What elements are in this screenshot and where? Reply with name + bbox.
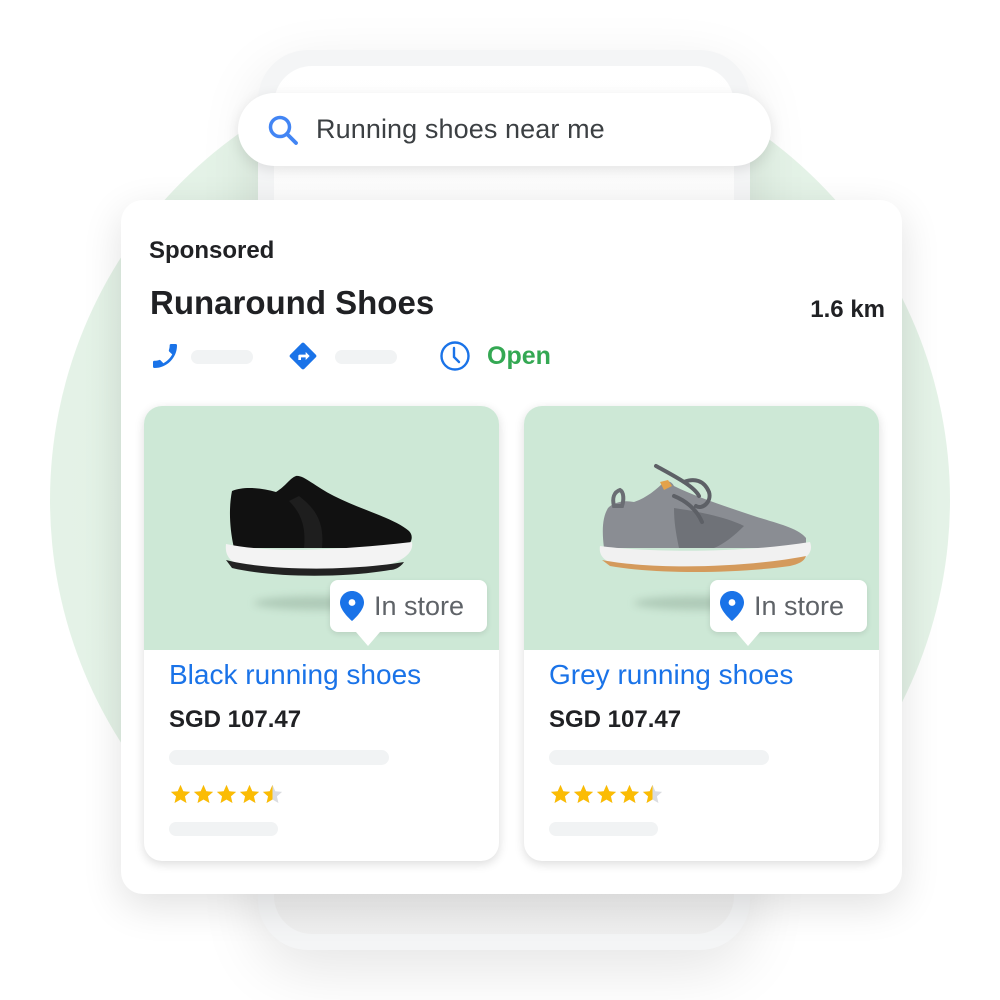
location-pin-icon <box>340 591 364 621</box>
star-rating <box>549 783 664 807</box>
product-card[interactable]: In store Grey running shoes SGD 107.47 <box>524 406 879 861</box>
in-store-label: In store <box>374 590 465 621</box>
in-store-badge: In store <box>710 580 867 646</box>
distance: 1.6 km <box>810 296 885 323</box>
star-icon <box>239 784 260 804</box>
directions-icon[interactable] <box>287 340 319 372</box>
in-store-badge: In store <box>330 580 487 646</box>
store-name[interactable]: Runaround Shoes <box>150 284 434 322</box>
star-icon <box>550 784 571 804</box>
star-icon <box>619 784 640 804</box>
product-price: SGD 107.47 <box>169 706 302 733</box>
star-icon <box>573 784 594 804</box>
review-count-placeholder <box>549 822 658 836</box>
product-title[interactable]: Black running shoes <box>169 659 421 691</box>
star-icon <box>216 784 237 804</box>
star-icon <box>642 784 663 804</box>
search-icon <box>268 115 298 145</box>
directions-placeholder <box>335 350 397 364</box>
product-card[interactable]: In store Black running shoes SGD 107.47 <box>144 406 499 861</box>
star-icon <box>262 784 283 804</box>
product-image[interactable]: In store <box>524 406 879 650</box>
local-ad-card[interactable]: Sponsored Runaround Shoes 1.6 km Open In… <box>121 200 902 894</box>
product-price: SGD 107.47 <box>549 706 682 733</box>
product-title[interactable]: Grey running shoes <box>549 659 793 691</box>
open-status: Open <box>487 342 551 370</box>
phone-number-placeholder <box>191 350 253 364</box>
product-image[interactable]: In store <box>144 406 499 650</box>
description-placeholder <box>549 750 769 765</box>
star-rating <box>169 783 284 807</box>
star-icon <box>596 784 617 804</box>
search-bar[interactable]: Running shoes near me <box>238 93 771 166</box>
action-row: Open <box>149 340 649 374</box>
phone-icon[interactable] <box>149 340 181 372</box>
search-input[interactable]: Running shoes near me <box>316 114 605 145</box>
description-placeholder <box>169 750 389 765</box>
sponsored-label: Sponsored <box>149 237 275 264</box>
in-store-label: In store <box>754 590 845 621</box>
star-icon <box>193 784 214 804</box>
location-pin-icon <box>720 591 744 621</box>
review-count-placeholder <box>169 822 278 836</box>
clock-icon <box>440 341 470 371</box>
star-icon <box>170 784 191 804</box>
